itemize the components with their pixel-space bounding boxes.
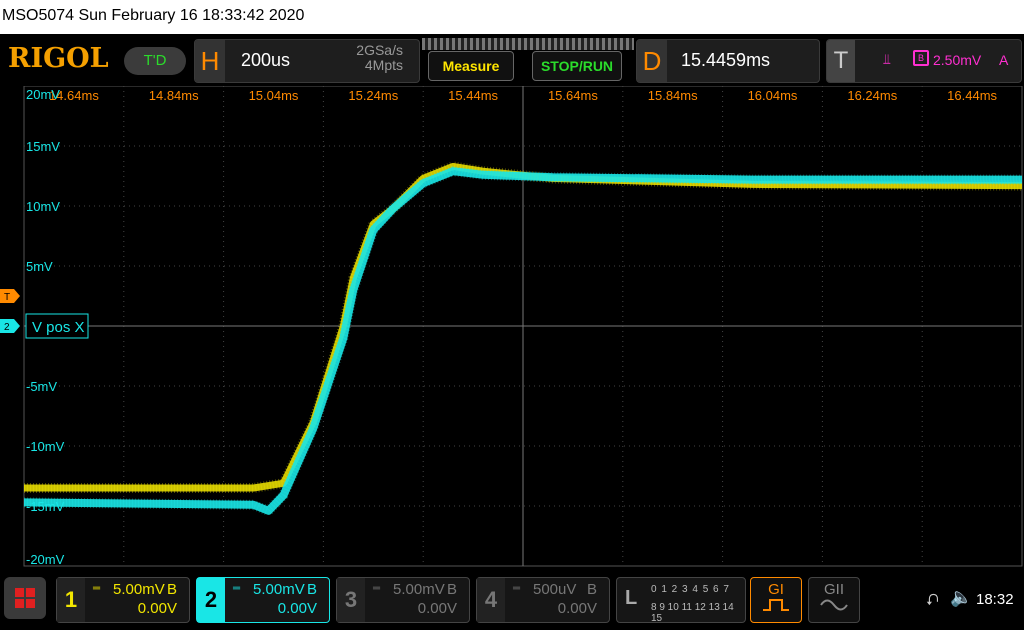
trigger-status-badge[interactable]: T'D <box>124 47 186 75</box>
trigger-label: T <box>827 40 855 82</box>
trigger-mode: A <box>999 52 1009 68</box>
channel-1-box[interactable]: 1 ═ 5.00mV B 0.00V <box>56 577 190 623</box>
delay-value: 15.4459ms <box>681 50 771 70</box>
channel-bandwidth: B <box>306 581 317 598</box>
channel-bandwidth: B <box>166 581 177 598</box>
time-label: 16.44ms <box>947 88 997 103</box>
logic-channels-low: 0 1 2 3 4 5 6 7 <box>651 584 730 595</box>
generator-2-button[interactable]: GII <box>808 577 860 623</box>
horizontal-label: H <box>195 40 225 82</box>
channel-marker-text: 2 <box>4 322 10 333</box>
dc-coupling-icon: ═ <box>93 583 101 594</box>
channel-offset: 0.00V <box>417 600 457 617</box>
channel-offset: 0.00V <box>557 600 597 617</box>
channel-scale: 500uV <box>533 581 577 598</box>
square-wave-icon <box>763 599 789 611</box>
channel-offset: 0.00V <box>277 600 317 617</box>
window-title: MSO5074 Sun February 16 18:33:42 2020 <box>2 7 305 24</box>
channel-offset: 0.00V <box>137 600 177 617</box>
bottom-bar: 1 ═ 5.00mV B 0.00V 2 ═ 5.00mV B 0.00V 3 ═ 5.00mV B 0… <box>0 571 1024 630</box>
generator-1-button[interactable]: GI <box>750 577 802 623</box>
speaker-icon[interactable]: 🔈 <box>950 587 972 608</box>
dc-coupling-icon: ═ <box>513 583 521 594</box>
channel-number: 1 <box>57 578 85 622</box>
graticule-labels: 14.64ms 14.84ms 15.04ms 15.24ms 15.44ms 15.64… <box>26 87 998 567</box>
generator-1-label: GI <box>768 581 784 598</box>
time-label: 14.84ms <box>149 88 199 103</box>
channel-scale: 5.00mV <box>113 581 165 598</box>
channel-scale: 5.00mV <box>253 581 305 598</box>
channel-scale: 5.00mV <box>393 581 445 598</box>
time-label: 15.64ms <box>548 88 598 103</box>
main-menu-button[interactable] <box>4 577 46 619</box>
usb-icon: ⮏ <box>926 592 939 609</box>
channel-number: 2 <box>197 578 225 622</box>
trigger-source: B <box>913 50 929 66</box>
memory-depth: 4Mpts <box>364 57 403 73</box>
channel-number: 3 <box>337 578 365 622</box>
volt-label: 20mV <box>26 87 60 102</box>
channel-4-box[interactable]: 4 ═ 500uV B 0.00V <box>476 577 610 623</box>
time-label: 15.04ms <box>249 88 299 103</box>
status-clock: 18:32 <box>976 591 1014 608</box>
volt-label: -10mV <box>26 439 65 454</box>
sine-wave-icon <box>820 599 848 611</box>
time-label: 16.04ms <box>748 88 798 103</box>
volt-label: -15mV <box>26 499 65 514</box>
channel-bandwidth: B <box>586 581 597 598</box>
delay-label: D <box>637 40 667 82</box>
trigger-position-strip <box>422 38 634 50</box>
grid-menu-icon <box>15 588 35 608</box>
generator-2-label: GII <box>823 581 844 598</box>
top-toolbar: RIGOL T'D H 200us 2GSa/s 4Mpts Measure S… <box>0 34 1024 86</box>
channel-label: V pos X <box>32 319 85 336</box>
timebase-value: 200us <box>241 50 291 70</box>
volt-label: -20mV <box>26 552 65 567</box>
graticule-markers: T 2 V pos X <box>0 289 89 339</box>
channel-number: 4 <box>477 578 505 622</box>
channel-2-marker <box>0 319 20 333</box>
trigger-level: 2.50mV <box>933 52 982 68</box>
rigol-logo: RIGOL <box>8 43 109 74</box>
waveform-display[interactable]: 14.64ms 14.84ms 15.04ms 15.24ms 15.44ms 15.64… <box>0 86 1024 571</box>
delay-panel[interactable]: D 15.4459ms <box>636 39 820 83</box>
sample-rate-info: 2GSa/s 4Mpts <box>356 43 403 73</box>
logic-label: L <box>625 587 638 609</box>
title-bar: MSO5074 Sun February 16 18:33:42 2020 <box>0 0 1024 34</box>
trigger-panel[interactable]: T ⫫ B 2.50mV A <box>826 39 1022 83</box>
channel-bandwidth: B <box>446 581 457 598</box>
time-label: 15.84ms <box>648 88 698 103</box>
logic-analyzer-box[interactable]: L 0 1 2 3 4 5 6 7 8 9 10 11 12 13 14 15 <box>616 577 746 624</box>
volt-label: 15mV <box>26 139 60 154</box>
graticule-grid <box>23 86 1023 567</box>
stop-run-button[interactable]: STOP/RUN <box>532 51 622 81</box>
trigger-marker-text: T <box>4 292 10 303</box>
dc-coupling-icon: ═ <box>373 583 381 594</box>
dc-coupling-icon: ═ <box>233 583 241 594</box>
sample-rate: 2GSa/s <box>356 42 403 58</box>
volt-label: 10mV <box>26 199 60 214</box>
time-label: 15.24ms <box>348 88 398 103</box>
measure-button[interactable]: Measure <box>428 51 514 81</box>
time-label: 15.44ms <box>448 88 498 103</box>
rising-edge-icon: ⫫ <box>883 51 891 67</box>
volt-label: -5mV <box>26 379 57 394</box>
time-label: 16.24ms <box>847 88 897 103</box>
channel-2-box[interactable]: 2 ═ 5.00mV B 0.00V <box>196 577 330 623</box>
volt-label: 5mV <box>26 259 53 274</box>
logic-channels-high: 8 9 10 11 12 13 14 15 <box>651 602 734 624</box>
channel-3-box[interactable]: 3 ═ 5.00mV B 0.00V <box>336 577 470 623</box>
horizontal-panel[interactable]: H 200us 2GSa/s 4Mpts <box>194 39 420 83</box>
